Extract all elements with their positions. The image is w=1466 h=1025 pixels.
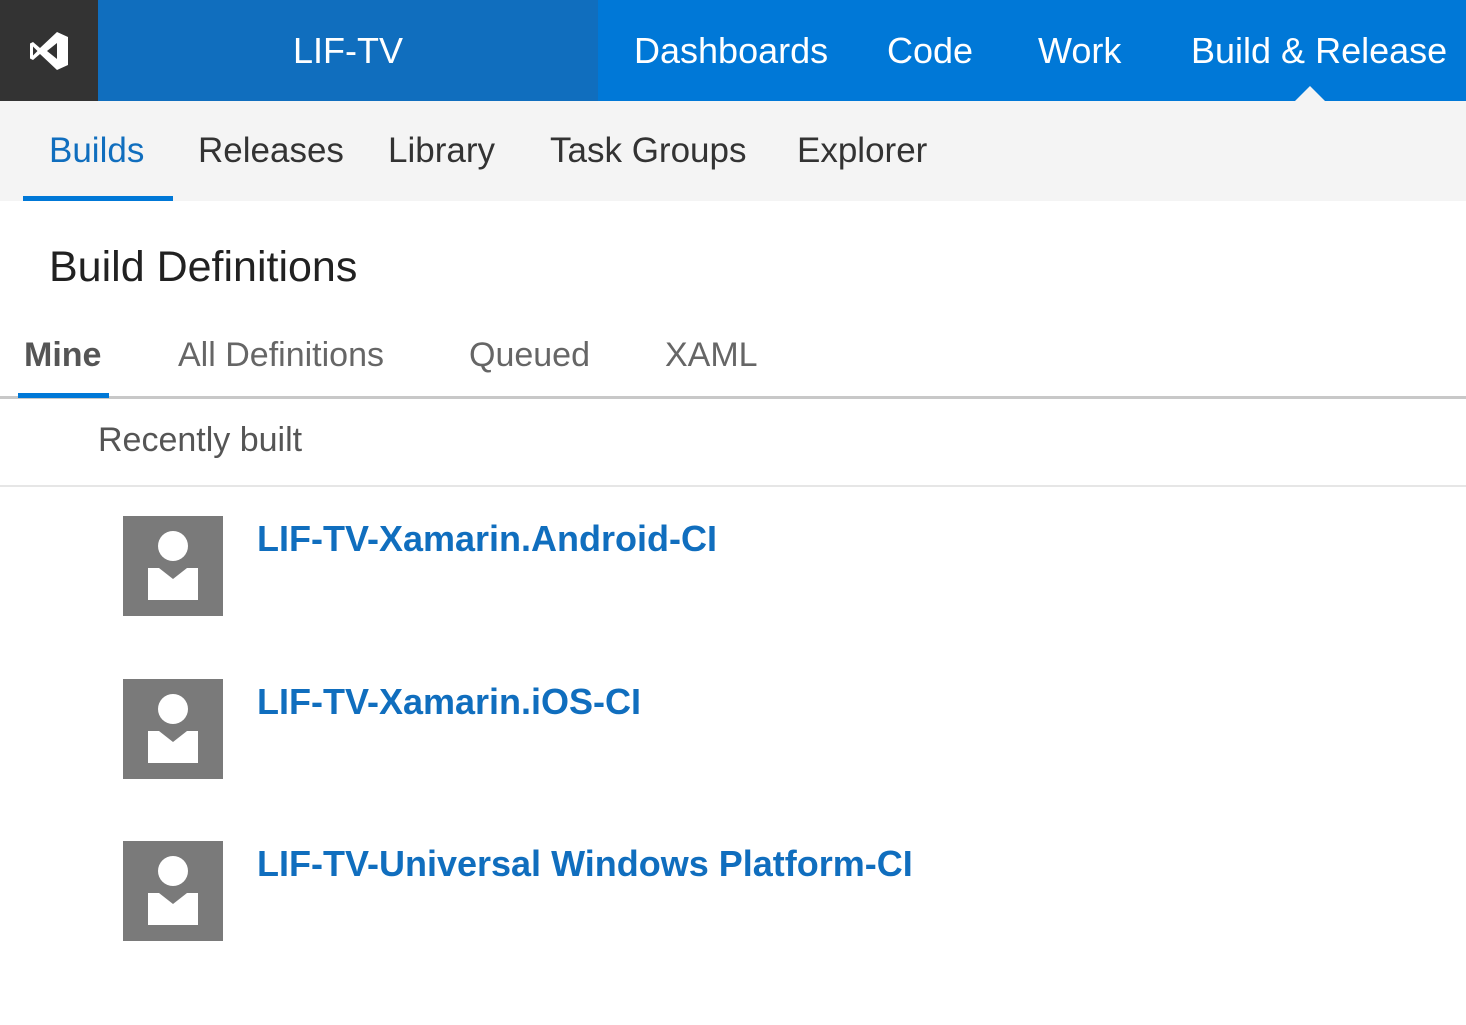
person-icon: [123, 516, 223, 616]
tab-mine[interactable]: Mine: [24, 336, 101, 375]
tab-selected-underline: [18, 393, 109, 398]
hub-work[interactable]: Work: [1038, 0, 1121, 101]
tab-divider: [0, 396, 1466, 399]
tab-xaml[interactable]: XAML: [665, 336, 758, 375]
selected-hub-indicator: [1295, 86, 1325, 101]
visual-studio-logo-icon[interactable]: [0, 0, 98, 101]
person-icon: [123, 841, 223, 941]
tab-all-definitions[interactable]: All Definitions: [178, 336, 384, 375]
hub-dashboards[interactable]: Dashboards: [634, 0, 828, 101]
subnav-releases[interactable]: Releases: [198, 101, 344, 201]
subnav-selected-underline: [23, 196, 173, 201]
hub-code[interactable]: Code: [887, 0, 973, 101]
list-item: LIF-TV-Xamarin.Android-CI: [123, 516, 1423, 616]
top-navigation-bar: LIF-TV Dashboards Code Work Build & Rele…: [0, 0, 1466, 101]
person-icon: [123, 679, 223, 779]
subnav-library[interactable]: Library: [388, 101, 495, 201]
subnav-task-groups[interactable]: Task Groups: [550, 101, 746, 201]
list-item: LIF-TV-Xamarin.iOS-CI: [123, 679, 1423, 779]
page-title: Build Definitions: [49, 243, 358, 291]
group-header-recently-built: Recently built: [98, 421, 303, 459]
definition-link[interactable]: LIF-TV-Xamarin.iOS-CI: [257, 681, 641, 723]
tab-queued[interactable]: Queued: [469, 336, 590, 375]
group-divider: [0, 485, 1466, 487]
subnav-builds[interactable]: Builds: [49, 101, 144, 201]
list-item: LIF-TV-Universal Windows Platform-CI: [123, 841, 1423, 941]
subnav-explorer[interactable]: Explorer: [797, 101, 927, 201]
definition-link[interactable]: LIF-TV-Universal Windows Platform-CI: [257, 843, 913, 885]
definition-link[interactable]: LIF-TV-Xamarin.Android-CI: [257, 518, 717, 560]
project-name[interactable]: LIF-TV: [98, 0, 598, 101]
sub-navigation: Builds Releases Library Task Groups Expl…: [0, 101, 1466, 201]
